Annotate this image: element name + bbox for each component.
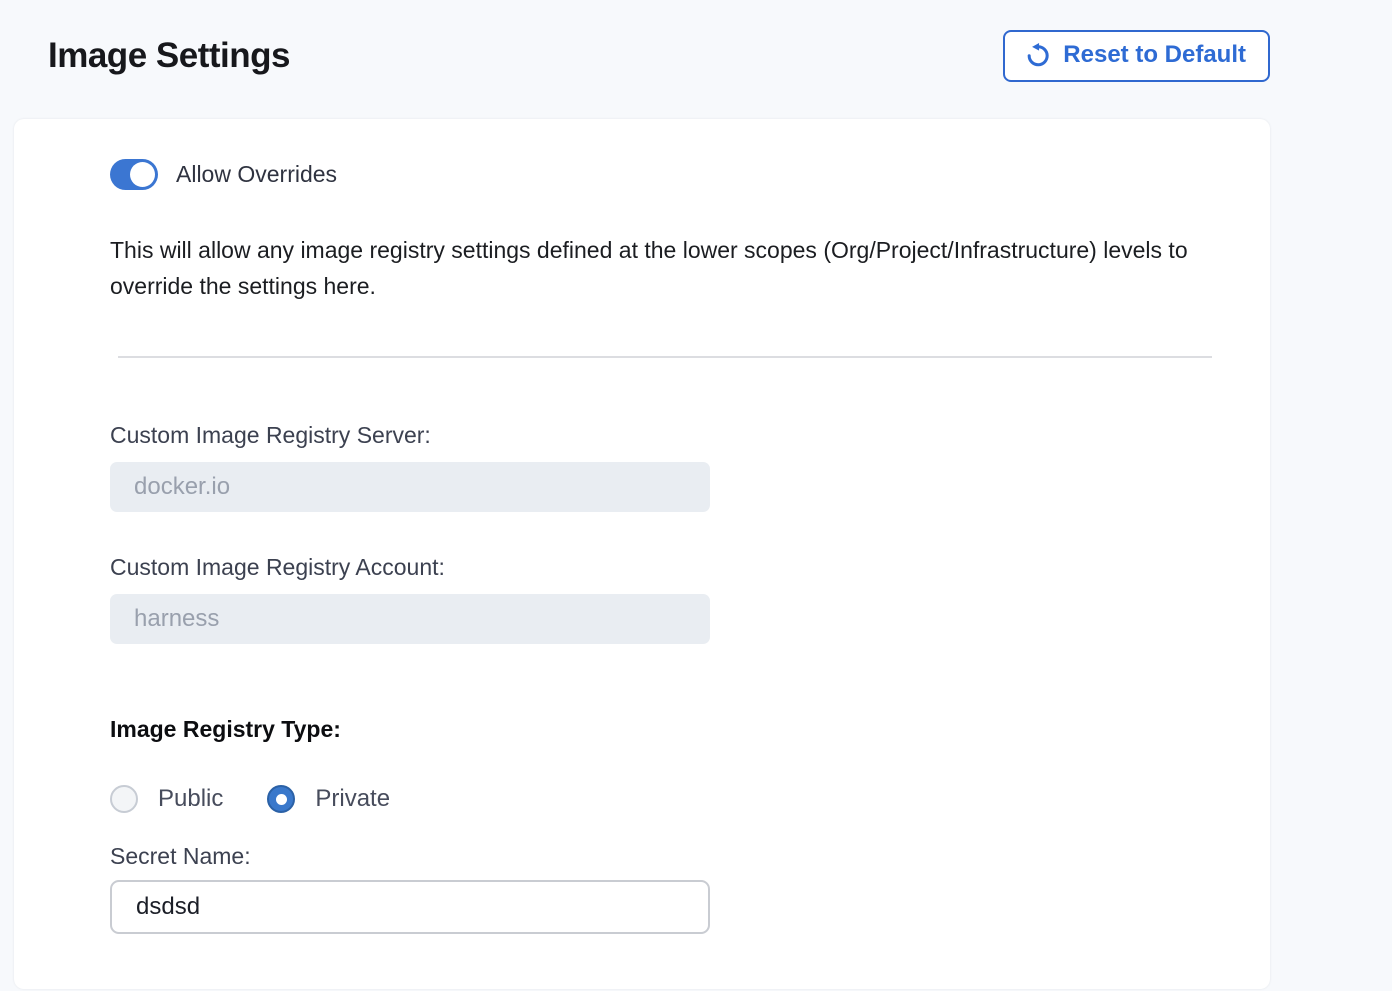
reset-icon (1025, 42, 1052, 69)
registry-server-input[interactable] (110, 462, 710, 512)
secret-name-input[interactable] (110, 880, 710, 934)
reset-to-default-button[interactable]: Reset to Default (1003, 30, 1270, 82)
secret-name-field: Secret Name: (110, 843, 1230, 934)
registry-type-radio-group: Public Private (110, 785, 1230, 813)
allow-overrides-toggle[interactable] (110, 159, 158, 190)
page-header: Image Settings Reset to Default (0, 0, 1392, 82)
allow-overrides-label: Allow Overrides (176, 161, 337, 188)
registry-account-label: Custom Image Registry Account: (110, 554, 1230, 581)
public-radio[interactable] (110, 785, 138, 813)
registry-account-field: Custom Image Registry Account: (110, 554, 1230, 644)
overrides-description: This will allow any image registry setti… (110, 232, 1225, 304)
radio-option-private[interactable]: Private (267, 785, 390, 813)
registry-type-label: Image Registry Type: (110, 716, 1230, 743)
image-settings-card: Allow Overrides This will allow any imag… (14, 119, 1270, 989)
reset-button-label: Reset to Default (1063, 42, 1246, 68)
page-title: Image Settings (48, 36, 290, 76)
registry-server-field: Custom Image Registry Server: (110, 422, 1230, 512)
registry-server-label: Custom Image Registry Server: (110, 422, 1230, 449)
private-radio[interactable] (267, 785, 295, 813)
toggle-knob-icon (130, 162, 155, 187)
secret-name-label: Secret Name: (110, 843, 1230, 870)
public-radio-label: Public (158, 785, 223, 813)
section-divider (118, 356, 1212, 358)
allow-overrides-row: Allow Overrides (110, 159, 1230, 190)
radio-option-public[interactable]: Public (110, 785, 223, 813)
registry-account-input[interactable] (110, 594, 710, 644)
private-radio-label: Private (315, 785, 390, 813)
radio-dot-icon (276, 794, 287, 805)
